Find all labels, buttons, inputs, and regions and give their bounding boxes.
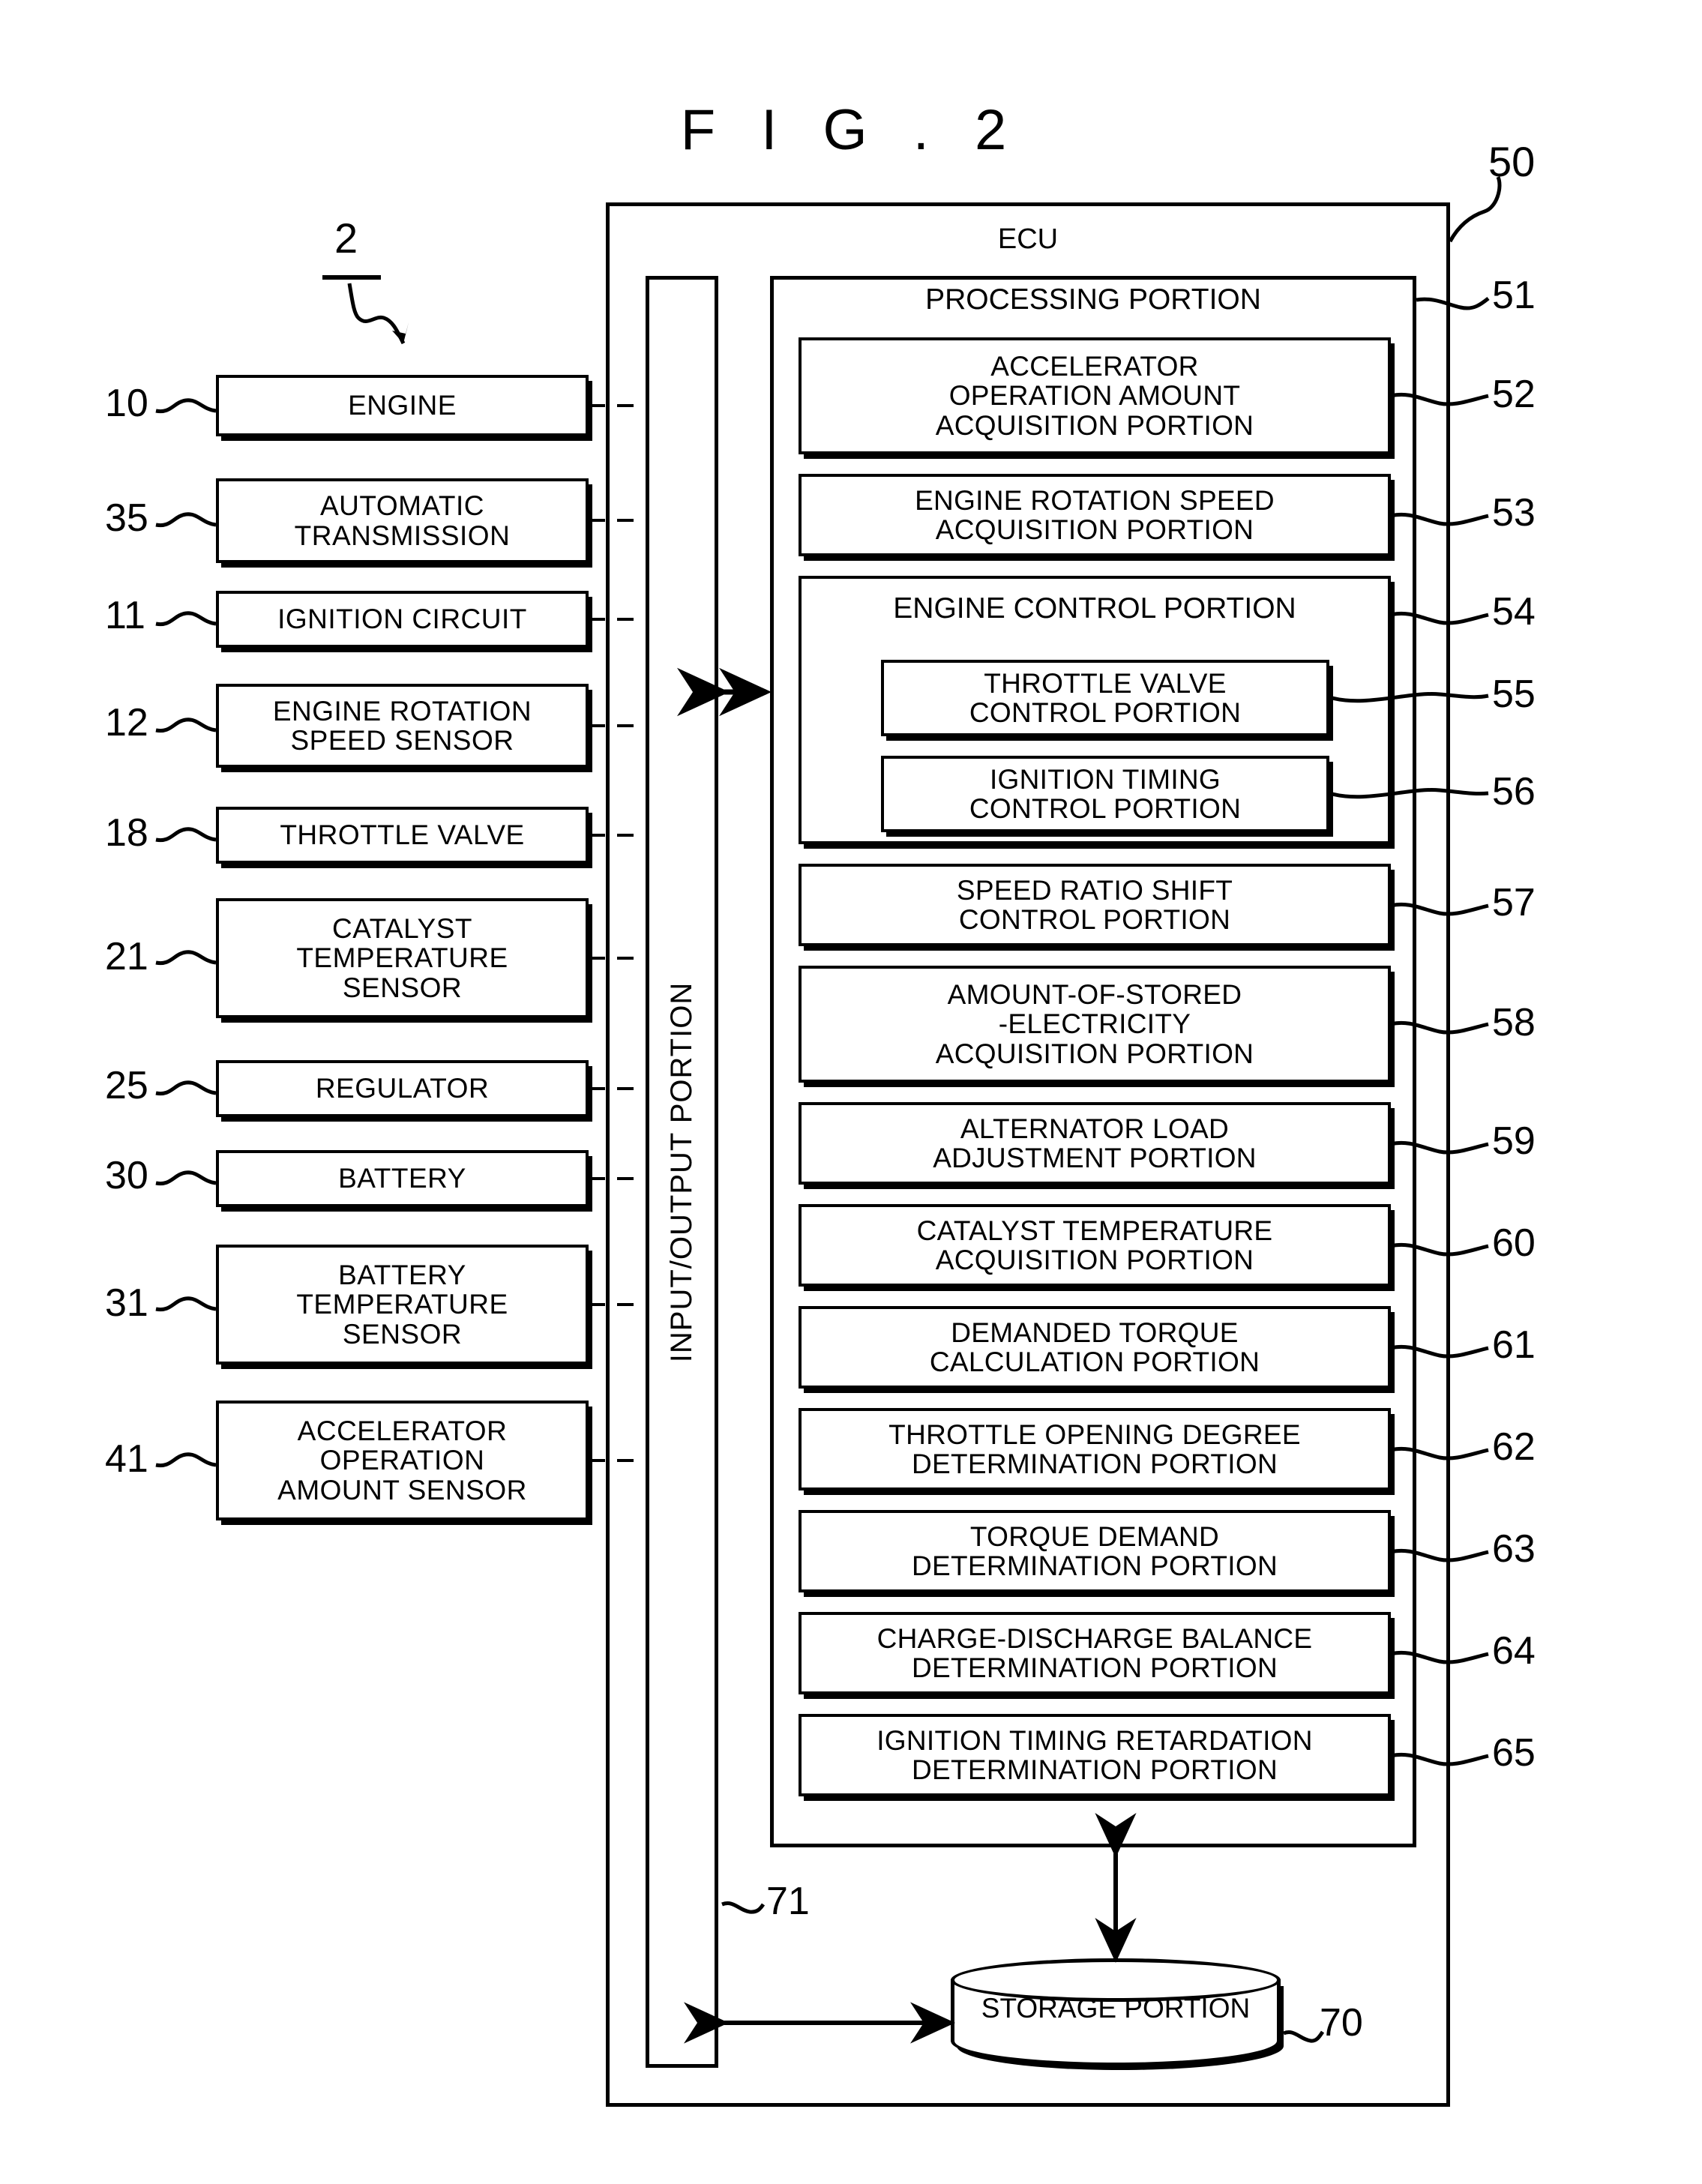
processing-block-label: TORQUE DEMAND DETERMINATION PORTION <box>911 1520 1278 1581</box>
processing-block-engine-rotation-speed-acquisition: ENGINE ROTATION SPEED ACQUISITION PORTION <box>799 474 1391 556</box>
component-label: THROTTLE VALVE <box>280 819 525 851</box>
component-box-regulator: REGULATOR <box>216 1060 589 1117</box>
processing-block-alternator-load-adjustment: ALTERNATOR LOAD ADJUSTMENT PORTION <box>799 1102 1391 1185</box>
processing-block-throttle-opening-degree-determination: THROTTLE OPENING DEGREE DETERMINATION POR… <box>799 1408 1391 1490</box>
storage-portion: STORAGE PORTION <box>951 1958 1281 2087</box>
engine-control-portion-label: ENGINE CONTROL PORTION <box>893 592 1296 625</box>
processing-block-speed-ratio-shift-control: SPEED RATIO SHIFT CONTROL PORTION <box>799 864 1391 946</box>
ref-63: 63 <box>1492 1527 1536 1571</box>
processing-block-catalyst-temperature-acquisition: CATALYST TEMPERATURE ACQUISITION PORTION <box>799 1204 1391 1287</box>
ref-62: 62 <box>1492 1425 1536 1469</box>
ref-51: 51 <box>1492 274 1536 317</box>
component-box-engine-rotation-speed-sensor: ENGINE ROTATION SPEED SENSOR <box>216 684 589 768</box>
component-label: CATALYST TEMPERATURE SENSOR <box>296 913 508 1003</box>
component-box-battery: BATTERY <box>216 1150 589 1207</box>
component-label: ACCELERATOR OPERATION AMOUNT SENSOR <box>277 1416 527 1505</box>
ref-54: 54 <box>1492 590 1536 634</box>
processing-portion-label: PROCESSING PORTION <box>925 283 1261 316</box>
processing-block-demanded-torque-calculation: DEMANDED TORQUE CALCULATION PORTION <box>799 1306 1391 1389</box>
processing-block-label: ACCELERATOR OPERATION AMOUNT ACQUISITION P… <box>935 351 1254 441</box>
processing-block-torque-demand-determination: TORQUE DEMAND DETERMINATION PORTION <box>799 1510 1391 1592</box>
ref-70: 70 <box>1320 2001 1363 2045</box>
component-box-catalyst-temperature-sensor: CATALYST TEMPERATURE SENSOR <box>216 898 589 1018</box>
processing-block-label: IGNITION TIMING CONTROL PORTION <box>969 763 1242 824</box>
page-title: F I G . 2 <box>680 98 1022 162</box>
processing-block-ignition-timing-retardation-determination: IGNITION TIMING RETARDATION DETERMINATION… <box>799 1714 1391 1796</box>
ref-56: 56 <box>1492 770 1536 813</box>
processing-block-charge-discharge-balance-determination: CHARGE-DISCHARGE BALANCE DETERMINATION PO… <box>799 1612 1391 1694</box>
component-label: BATTERY <box>338 1163 466 1194</box>
ref-59: 59 <box>1492 1119 1536 1163</box>
ref-11: 11 <box>105 594 145 637</box>
component-box-engine: ENGINE <box>216 375 589 436</box>
ref-58: 58 <box>1492 1001 1536 1044</box>
ref-35: 35 <box>105 496 148 540</box>
ref-21: 21 <box>105 935 148 978</box>
component-label: ENGINE <box>348 390 457 421</box>
processing-block-accelerator-acquisition: ACCELERATOR OPERATION AMOUNT ACQUISITION P… <box>799 337 1391 454</box>
processing-block-label: ENGINE ROTATION SPEED ACQUISITION PORTION <box>915 484 1275 545</box>
processing-block-label: DEMANDED TORQUE CALCULATION PORTION <box>929 1317 1260 1377</box>
ref-60: 60 <box>1492 1221 1536 1265</box>
component-box-throttle-valve: THROTTLE VALVE <box>216 807 589 864</box>
component-label: IGNITION CIRCUIT <box>277 604 527 635</box>
ref-30: 30 <box>105 1154 148 1197</box>
ref-64: 64 <box>1492 1629 1536 1673</box>
ref-25: 25 <box>105 1064 148 1107</box>
ref-55: 55 <box>1492 673 1536 716</box>
input-output-portion-label: INPUT/OUTPUT PORTION <box>665 981 699 1362</box>
processing-block-throttle-valve-control: THROTTLE VALVE CONTROL PORTION <box>881 660 1329 736</box>
processing-block-label: ALTERNATOR LOAD ADJUSTMENT PORTION <box>933 1113 1257 1173</box>
ref-53: 53 <box>1492 491 1536 535</box>
ref-71: 71 <box>766 1880 810 1923</box>
processing-block-label: IGNITION TIMING RETARDATION DETERMINATION… <box>876 1724 1313 1785</box>
component-box-ignition-circuit: IGNITION CIRCUIT <box>216 591 589 648</box>
component-box-automatic-transmission: AUTOMATIC TRANSMISSION <box>216 478 589 563</box>
ref-61: 61 <box>1492 1323 1536 1367</box>
ref-12: 12 <box>105 701 148 744</box>
figure-canvas: F I G . 2 2 ECU 50 INPUT/OUTPUT PORTION … <box>0 0 1702 2184</box>
component-label: AUTOMATIC TRANSMISSION <box>294 490 511 551</box>
component-label: BATTERY TEMPERATURE SENSOR <box>296 1260 508 1350</box>
ref-31: 31 <box>105 1281 148 1325</box>
system-ref-2: 2 <box>334 214 358 262</box>
component-box-battery-temperature-sensor: BATTERY TEMPERATURE SENSOR <box>216 1245 589 1365</box>
processing-block-label: CHARGE-DISCHARGE BALANCE DETERMINATION PO… <box>876 1622 1313 1683</box>
ecu-label: ECU <box>997 223 1059 255</box>
processing-block-label: SPEED RATIO SHIFT CONTROL PORTION <box>956 874 1233 935</box>
processing-block-amount-of-stored-electricity-acquisition: AMOUNT-OF-STORED -ELECTRICITY ACQUISITION … <box>799 966 1391 1083</box>
ref-50: 50 <box>1488 138 1536 185</box>
component-label: REGULATOR <box>315 1073 490 1104</box>
component-label: ENGINE ROTATION SPEED SENSOR <box>272 695 532 756</box>
ref-52: 52 <box>1492 373 1536 416</box>
ref-57: 57 <box>1492 881 1536 924</box>
component-box-accelerator-operation-amount-sensor: ACCELERATOR OPERATION AMOUNT SENSOR <box>216 1401 589 1520</box>
processing-block-label: THROTTLE VALVE CONTROL PORTION <box>969 667 1242 728</box>
ref-41: 41 <box>105 1437 148 1481</box>
processing-block-label: AMOUNT-OF-STORED -ELECTRICITY ACQUISITION … <box>935 979 1254 1069</box>
processing-block-ignition-timing-control: IGNITION TIMING CONTROL PORTION <box>881 756 1329 832</box>
processing-block-label: THROTTLE OPENING DEGREE DETERMINATION POR… <box>888 1419 1301 1479</box>
ref-18: 18 <box>105 811 148 855</box>
ref-65: 65 <box>1492 1731 1536 1775</box>
ref-10: 10 <box>105 382 148 425</box>
processing-block-label: CATALYST TEMPERATURE ACQUISITION PORTION <box>916 1215 1273 1275</box>
storage-portion-label: STORAGE PORTION <box>981 1993 1251 2024</box>
